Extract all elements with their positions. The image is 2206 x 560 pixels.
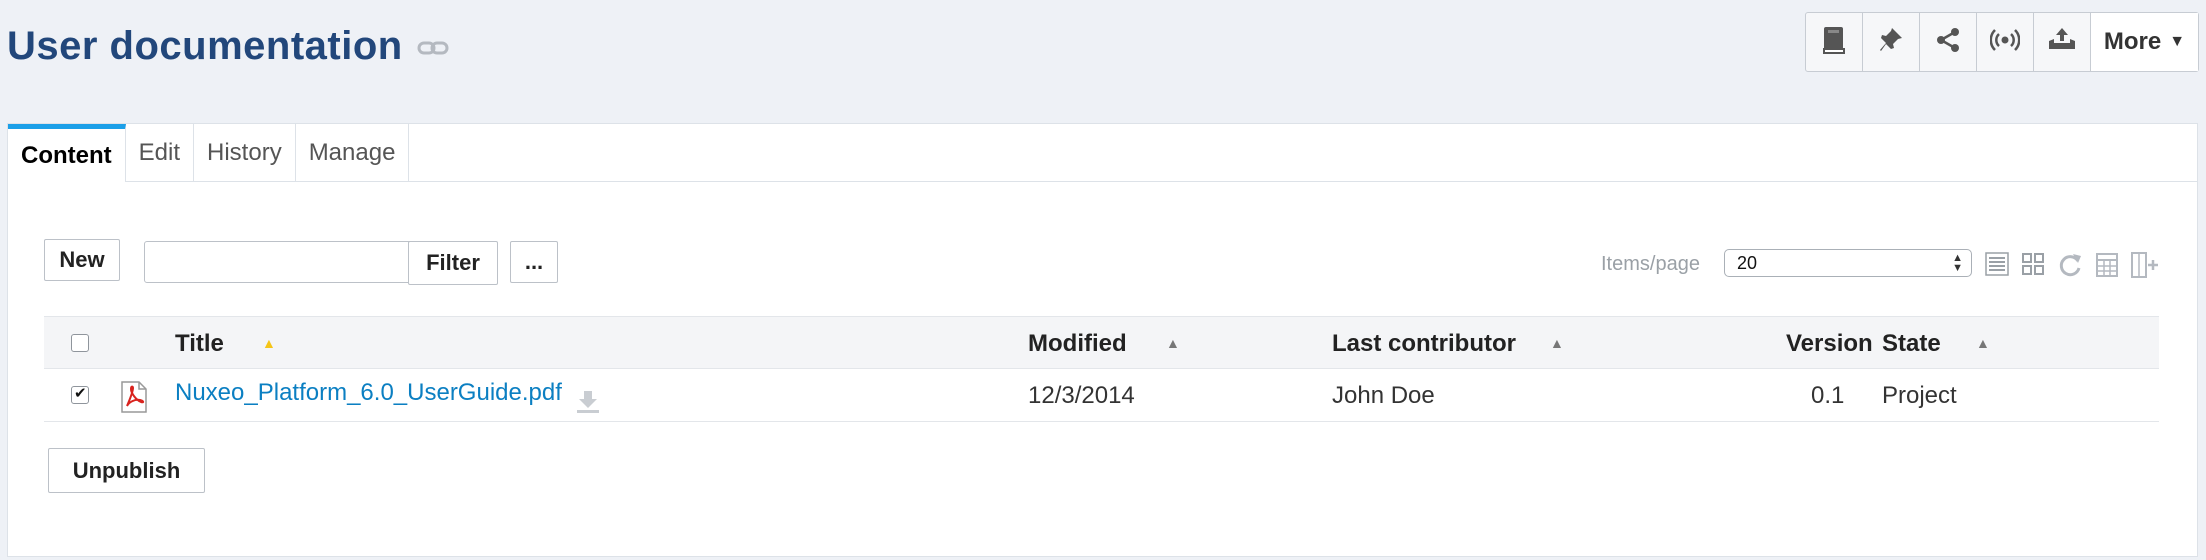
caret-down-icon: ▼ bbox=[2169, 33, 2186, 50]
column-modified[interactable]: Modified bbox=[1028, 330, 1127, 358]
tab-edit[interactable]: Edit bbox=[126, 124, 195, 181]
document-tabs: Content Edit History Manage bbox=[8, 123, 2197, 182]
sort-icon[interactable]: ▲ bbox=[1976, 335, 1990, 351]
permalink-icon[interactable] bbox=[417, 39, 449, 62]
items-per-page-value: 20 bbox=[1737, 252, 1758, 273]
column-title[interactable]: Title bbox=[175, 330, 224, 358]
list-view-icon[interactable] bbox=[1984, 251, 2010, 282]
upload-tray-icon bbox=[2047, 27, 2077, 58]
row-select-checkbox[interactable] bbox=[71, 384, 89, 404]
page-title: User documentation bbox=[7, 23, 403, 68]
filter-input[interactable] bbox=[144, 241, 414, 283]
add-column-icon[interactable] bbox=[2130, 251, 2160, 284]
share-button[interactable] bbox=[1920, 13, 1977, 71]
tab-history[interactable]: History bbox=[194, 124, 296, 181]
more-label: More bbox=[2103, 28, 2162, 55]
sort-icon[interactable]: ▲ bbox=[1550, 335, 1564, 351]
pin-button[interactable] bbox=[1863, 13, 1920, 71]
unpublish-button[interactable]: Unpublish bbox=[48, 448, 205, 493]
listing-toolbar: New Filter ... Items/page 20 ▲ ▼ bbox=[8, 239, 2197, 289]
column-last-contributor[interactable]: Last contributor bbox=[1332, 330, 1516, 358]
filter-button[interactable]: Filter bbox=[408, 241, 498, 285]
modified-date: 12/3/2014 bbox=[1028, 382, 1135, 409]
column-state[interactable]: State bbox=[1882, 330, 1941, 358]
subscribe-button[interactable] bbox=[1977, 13, 2034, 71]
new-button[interactable]: New bbox=[44, 239, 120, 281]
pdf-file-icon bbox=[120, 381, 148, 418]
share-icon bbox=[1935, 27, 1961, 58]
spreadsheet-icon[interactable] bbox=[2094, 251, 2120, 284]
sort-icon[interactable]: ▲ bbox=[1166, 335, 1180, 351]
more-actions-button[interactable]: More ▼ bbox=[2091, 13, 2198, 71]
export-button[interactable] bbox=[2034, 13, 2091, 71]
pin-icon bbox=[1878, 26, 1904, 59]
more-options-button[interactable]: ... bbox=[510, 241, 558, 283]
refresh-icon[interactable] bbox=[2056, 251, 2084, 284]
tab-manage[interactable]: Manage bbox=[296, 124, 410, 181]
version-number: 0.1 bbox=[1811, 382, 1845, 409]
page-header: User documentation bbox=[7, 16, 449, 76]
broadcast-icon bbox=[1989, 28, 2021, 57]
select-spinner-icon: ▲ ▼ bbox=[1952, 252, 1963, 274]
tab-content[interactable]: Content bbox=[8, 124, 126, 182]
select-all-checkbox[interactable] bbox=[71, 334, 89, 352]
book-icon bbox=[1821, 25, 1847, 60]
lifecycle-state: Project bbox=[1882, 382, 1957, 409]
sort-ascending-icon[interactable]: ▲ bbox=[262, 335, 276, 351]
table-row[interactable]: Nuxeo_Platform_6.0_UserGuide.pdf 12/3/20… bbox=[44, 369, 2159, 422]
items-per-page-label: Items/page bbox=[1601, 253, 1700, 275]
add-to-collection-button[interactable] bbox=[1806, 13, 1863, 71]
content-panel: Content Edit History Manage New Filter .… bbox=[7, 123, 2198, 557]
last-contributor: John Doe bbox=[1332, 382, 1435, 409]
column-version[interactable]: Version bbox=[1786, 330, 1873, 358]
table-header: Title ▲ Modified ▲ Last contributor ▲ Ve… bbox=[44, 316, 2159, 369]
document-actions-bar: More ▼ bbox=[1805, 12, 2199, 72]
document-title-link[interactable]: Nuxeo_Platform_6.0_UserGuide.pdf bbox=[175, 379, 562, 407]
items-per-page-select[interactable]: 20 ▲ ▼ bbox=[1724, 249, 1972, 277]
download-icon[interactable] bbox=[574, 389, 602, 420]
thumbnail-view-icon[interactable] bbox=[2020, 251, 2046, 282]
